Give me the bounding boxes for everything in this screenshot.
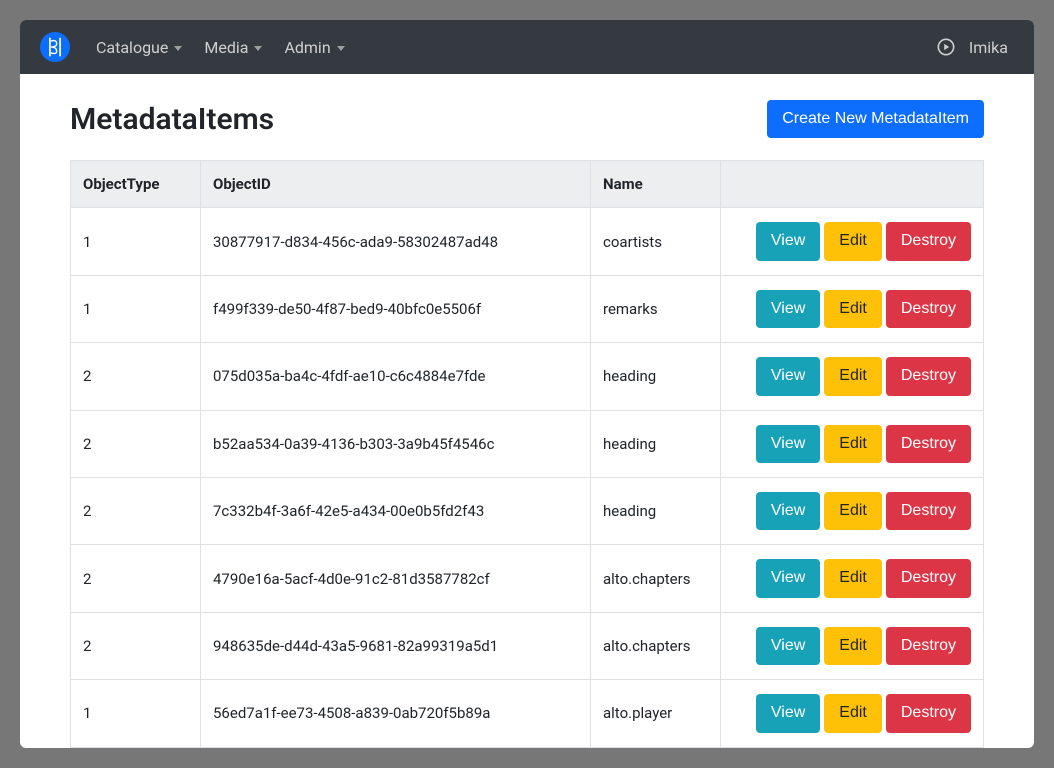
view-button[interactable]: View [756, 290, 820, 328]
metadata-table: ObjectType ObjectID Name 130877917-d834-… [70, 160, 984, 747]
nav-item-admin[interactable]: Admin [276, 30, 352, 65]
table-row: 1f499f339-de50-4f87-bed9-40bfc0e5506frem… [71, 275, 984, 342]
table-row: 2075d035a-ba4c-4fdf-ae10-c6c4884e7fdehea… [71, 343, 984, 410]
col-header-objecttype: ObjectType [71, 161, 201, 208]
cell-name: heading [591, 410, 721, 477]
cell-name: heading [591, 477, 721, 544]
col-header-actions [721, 161, 984, 208]
brand-logo[interactable] [40, 32, 70, 62]
table-row: 27c332b4f-3a6f-42e5-a434-00e0b5fd2f43hea… [71, 477, 984, 544]
navbar: Catalogue Media Admin [20, 20, 1034, 74]
view-button[interactable]: View [756, 559, 820, 597]
table-row: 2b52aa534-0a39-4136-b303-3a9b45f4546chea… [71, 410, 984, 477]
chevron-down-icon [174, 46, 182, 51]
nav-item-label: Catalogue [96, 38, 168, 57]
nav-right: Imika [937, 38, 1014, 57]
cell-objectid: 075d035a-ba4c-4fdf-ae10-c6c4884e7fde [201, 343, 591, 410]
cell-actions: ViewEditDestroy [721, 275, 984, 342]
table-row: 2948635de-d44d-43a5-9681-82a99319a5d1alt… [71, 612, 984, 679]
cell-objectid: 30877917-d834-456c-ada9-58302487ad48 [201, 208, 591, 275]
cell-name: alto.player [591, 680, 721, 747]
cell-name: alto.chapters [591, 612, 721, 679]
cell-name: heading [591, 343, 721, 410]
create-button[interactable]: Create New MetadataItem [767, 100, 984, 138]
edit-button[interactable]: Edit [824, 357, 882, 395]
view-button[interactable]: View [756, 694, 820, 732]
cell-objecttype: 1 [71, 680, 201, 747]
view-button[interactable]: View [756, 357, 820, 395]
destroy-button[interactable]: Destroy [886, 694, 971, 732]
chevron-down-icon [337, 46, 345, 51]
nav-item-label: Media [204, 38, 248, 57]
nav-item-label: Admin [284, 38, 330, 57]
col-header-name: Name [591, 161, 721, 208]
cell-objectid: 4790e16a-5acf-4d0e-91c2-81d3587782cf [201, 545, 591, 612]
edit-button[interactable]: Edit [824, 425, 882, 463]
cell-objectid: f499f339-de50-4f87-bed9-40bfc0e5506f [201, 275, 591, 342]
cell-objecttype: 2 [71, 477, 201, 544]
edit-button[interactable]: Edit [824, 222, 882, 260]
cell-objecttype: 1 [71, 275, 201, 342]
destroy-button[interactable]: Destroy [886, 627, 971, 665]
user-menu[interactable]: Imika [969, 38, 1014, 57]
cell-objecttype: 2 [71, 343, 201, 410]
nav-left: Catalogue Media Admin [88, 30, 353, 65]
cell-objectid: b52aa534-0a39-4136-b303-3a9b45f4546c [201, 410, 591, 477]
cell-actions: ViewEditDestroy [721, 410, 984, 477]
view-button[interactable]: View [756, 425, 820, 463]
table-row: 24790e16a-5acf-4d0e-91c2-81d3587782cfalt… [71, 545, 984, 612]
cell-actions: ViewEditDestroy [721, 477, 984, 544]
view-button[interactable]: View [756, 627, 820, 665]
edit-button[interactable]: Edit [824, 290, 882, 328]
content: MetadataItems Create New MetadataItem Ob… [20, 74, 1034, 748]
cell-actions: ViewEditDestroy [721, 680, 984, 747]
cell-name: alto.chapters [591, 545, 721, 612]
edit-button[interactable]: Edit [824, 627, 882, 665]
destroy-button[interactable]: Destroy [886, 492, 971, 530]
cell-objectid: 56ed7a1f-ee73-4508-a839-0ab720f5b89a [201, 680, 591, 747]
table-row: 130877917-d834-456c-ada9-58302487ad48coa… [71, 208, 984, 275]
table-header-row: ObjectType ObjectID Name [71, 161, 984, 208]
table-row: 156ed7a1f-ee73-4508-a839-0ab720f5b89aalt… [71, 680, 984, 747]
user-name: Imika [969, 38, 1008, 57]
header-row: MetadataItems Create New MetadataItem [70, 100, 984, 138]
view-button[interactable]: View [756, 492, 820, 530]
destroy-button[interactable]: Destroy [886, 290, 971, 328]
destroy-button[interactable]: Destroy [886, 425, 971, 463]
destroy-button[interactable]: Destroy [886, 222, 971, 260]
cell-objecttype: 2 [71, 612, 201, 679]
page-title: MetadataItems [70, 102, 274, 137]
cell-name: remarks [591, 275, 721, 342]
edit-button[interactable]: Edit [824, 559, 882, 597]
edit-button[interactable]: Edit [824, 492, 882, 530]
edit-button[interactable]: Edit [824, 694, 882, 732]
destroy-button[interactable]: Destroy [886, 559, 971, 597]
cell-actions: ViewEditDestroy [721, 545, 984, 612]
cell-actions: ViewEditDestroy [721, 343, 984, 410]
cell-objectid: 948635de-d44d-43a5-9681-82a99319a5d1 [201, 612, 591, 679]
col-header-objectid: ObjectID [201, 161, 591, 208]
view-button[interactable]: View [756, 222, 820, 260]
play-icon[interactable] [937, 38, 955, 56]
chevron-down-icon [254, 46, 262, 51]
cell-objecttype: 2 [71, 410, 201, 477]
cell-objecttype: 1 [71, 208, 201, 275]
cell-actions: ViewEditDestroy [721, 612, 984, 679]
clef-icon [46, 36, 64, 58]
destroy-button[interactable]: Destroy [886, 357, 971, 395]
cell-objecttype: 2 [71, 545, 201, 612]
nav-item-catalogue[interactable]: Catalogue [88, 30, 190, 65]
cell-name: coartists [591, 208, 721, 275]
nav-item-media[interactable]: Media [196, 30, 270, 65]
cell-actions: ViewEditDestroy [721, 208, 984, 275]
cell-objectid: 7c332b4f-3a6f-42e5-a434-00e0b5fd2f43 [201, 477, 591, 544]
